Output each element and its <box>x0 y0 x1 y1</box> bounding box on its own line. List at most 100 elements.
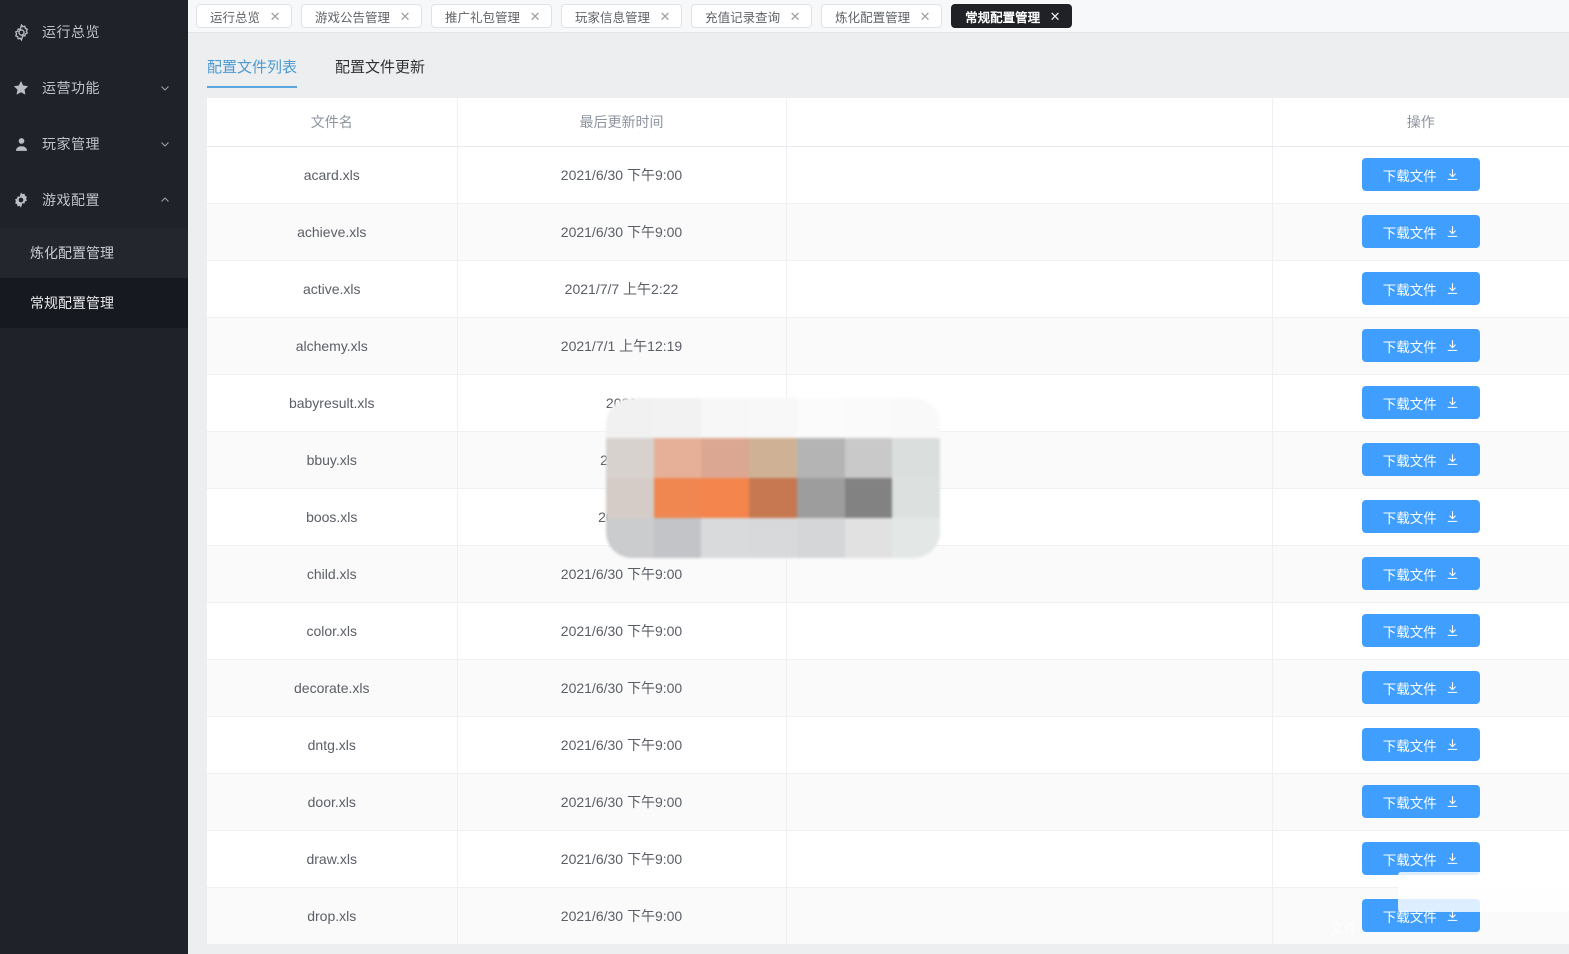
tab-player-info[interactable]: 玩家信息管理 ✕ <box>561 4 683 28</box>
download-file-button[interactable]: 下载文件 <box>1361 728 1480 761</box>
download-file-button-label: 下载文件 <box>1382 681 1437 697</box>
sidebar-subitem-general-config[interactable]: 常规配置管理 <box>0 278 188 328</box>
download-file-button[interactable]: 下载文件 <box>1361 158 1480 191</box>
sidebar-subitem-label: 炼化配置管理 <box>30 245 114 261</box>
chevron-up-icon[interactable] <box>158 193 172 207</box>
cell-filename: color.xls <box>207 602 458 660</box>
cell-filename: achieve.xls <box>207 203 458 261</box>
download-file-button[interactable]: 下载文件 <box>1361 386 1480 419</box>
cell-spacer <box>786 773 1273 831</box>
cell-updatetime: 2021/6/30 下午9:00 <box>457 659 787 717</box>
chevron-down-icon[interactable] <box>158 137 172 151</box>
sidebar: 运行总览 运营功能 玩家管理 游戏配置 炼化配置管理 常规配置管理 <box>0 0 188 954</box>
download-icon <box>1446 681 1459 694</box>
main-area: 运行总览 ✕ 游戏公告管理 ✕ 推广礼包管理 ✕ 玩家信息管理 ✕ 充值记录查询… <box>188 0 1569 954</box>
cell-actions: 下载文件 <box>1272 317 1569 375</box>
close-icon[interactable]: ✕ <box>529 10 541 23</box>
chevron-down-icon[interactable] <box>158 81 172 95</box>
tab-overview[interactable]: 运行总览 ✕ <box>196 4 293 28</box>
star-icon <box>10 77 32 99</box>
close-icon[interactable]: ✕ <box>659 10 671 23</box>
download-icon <box>1446 225 1459 238</box>
sub-tab-bar: 配置文件列表 配置文件更新 <box>188 33 1569 88</box>
config-file-table-container: 文件名 最后更新时间 操作 acard.xls 2021/6/30 下午9:00 下… <box>188 88 1569 954</box>
cell-filename: bbuy.xls <box>207 431 458 489</box>
download-icon <box>1446 738 1459 751</box>
cell-updatetime: 2021/6/30 下午9:00 <box>457 545 787 603</box>
subtab-config-file-update[interactable]: 配置文件更新 <box>335 56 425 88</box>
close-icon[interactable]: ✕ <box>1049 10 1061 23</box>
close-icon[interactable]: ✕ <box>399 10 411 23</box>
download-file-button[interactable]: 下载文件 <box>1361 272 1480 305</box>
sidebar-subitem-label: 常规配置管理 <box>30 295 114 311</box>
tab-label: 推广礼包管理 <box>445 10 521 25</box>
cell-spacer <box>786 431 1273 489</box>
download-file-button-label: 下载文件 <box>1382 168 1437 184</box>
tab-refine-config[interactable]: 炼化配置管理 ✕ <box>821 4 943 28</box>
table-row[interactable]: bbuy.xls 2021/6 下载文件 <box>207 431 1569 489</box>
table-row[interactable]: child.xls 2021/6/30 下午9:00 下载文件 <box>207 545 1569 603</box>
column-header-actions: 操作 <box>1272 98 1569 147</box>
cell-spacer <box>786 545 1273 603</box>
download-file-button-label: 下载文件 <box>1382 510 1437 526</box>
download-file-button[interactable]: 下载文件 <box>1361 899 1480 932</box>
close-icon[interactable]: ✕ <box>269 10 281 23</box>
sidebar-item-overview[interactable]: 运行总览 <box>0 4 188 60</box>
download-file-button[interactable]: 下载文件 <box>1361 614 1480 647</box>
table-row[interactable]: boos.xls 2021/6. 下载文件 <box>207 488 1569 546</box>
cell-spacer <box>786 659 1273 717</box>
column-header-updatetime[interactable]: 最后更新时间 <box>457 98 787 147</box>
download-icon <box>1446 168 1459 181</box>
close-icon[interactable]: ✕ <box>789 10 801 23</box>
sidebar-subitem-refine-config[interactable]: 炼化配置管理 <box>0 228 188 278</box>
download-file-button[interactable]: 下载文件 <box>1361 443 1480 476</box>
sidebar-item-players[interactable]: 玩家管理 <box>0 116 188 172</box>
sidebar-item-label: 运营功能 <box>42 80 100 96</box>
download-file-button[interactable]: 下载文件 <box>1361 842 1480 875</box>
cell-spacer <box>786 716 1273 774</box>
tab-label: 游戏公告管理 <box>315 10 391 25</box>
cell-spacer <box>786 887 1273 945</box>
download-file-button-label: 下载文件 <box>1382 396 1437 412</box>
download-file-button-label: 下载文件 <box>1382 453 1437 469</box>
cell-updatetime: 2021/6/30 下午9:00 <box>457 887 787 945</box>
table-row[interactable]: alchemy.xls 2021/7/1 上午12:19 下载文件 <box>207 317 1569 375</box>
tab-announcement[interactable]: 游戏公告管理 ✕ <box>301 4 423 28</box>
sidebar-item-game-config[interactable]: 游戏配置 <box>0 172 188 228</box>
download-file-button[interactable]: 下载文件 <box>1361 557 1480 590</box>
download-icon <box>1446 282 1459 295</box>
subtab-config-file-list[interactable]: 配置文件列表 <box>207 56 298 88</box>
table-row[interactable]: color.xls 2021/6/30 下午9:00 下载文件 <box>207 602 1569 660</box>
tab-recharge-records[interactable]: 充值记录查询 ✕ <box>691 4 813 28</box>
cell-actions: 下载文件 <box>1272 716 1569 774</box>
download-file-button-label: 下载文件 <box>1382 852 1437 868</box>
download-file-button[interactable]: 下载文件 <box>1361 785 1480 818</box>
column-header-filename[interactable]: 文件名 <box>207 98 458 147</box>
table-row[interactable]: acard.xls 2021/6/30 下午9:00 下载文件 <box>207 146 1569 204</box>
close-icon[interactable]: ✕ <box>919 10 931 23</box>
tab-label: 玩家信息管理 <box>575 10 651 25</box>
table-row[interactable]: drop.xls 2021/6/30 下午9:00 下载文件 <box>207 887 1569 945</box>
cell-filename: boos.xls <box>207 488 458 546</box>
cell-filename: babyresult.xls <box>207 374 458 432</box>
table-row[interactable]: dntg.xls 2021/6/30 下午9:00 下载文件 <box>207 716 1569 774</box>
table-row[interactable]: babyresult.xls 2021 下载文件 <box>207 374 1569 432</box>
cell-updatetime: 2021/6/30 下午9:00 <box>457 773 787 831</box>
cell-actions: 下载文件 <box>1272 887 1569 945</box>
chevron-placeholder <box>158 25 172 39</box>
download-file-button[interactable]: 下载文件 <box>1361 671 1480 704</box>
download-file-button[interactable]: 下载文件 <box>1361 329 1480 362</box>
cell-updatetime: 2021/6. <box>457 488 787 546</box>
tab-promo-gift[interactable]: 推广礼包管理 ✕ <box>431 4 553 28</box>
download-file-button[interactable]: 下载文件 <box>1361 215 1480 248</box>
tab-general-config[interactable]: 常规配置管理 ✕ <box>951 4 1073 28</box>
sidebar-item-operations[interactable]: 运营功能 <box>0 60 188 116</box>
cell-filename: draw.xls <box>207 830 458 888</box>
table-row[interactable]: draw.xls 2021/6/30 下午9:00 下载文件 <box>207 830 1569 888</box>
table-row[interactable]: door.xls 2021/6/30 下午9:00 下载文件 <box>207 773 1569 831</box>
table-row[interactable]: achieve.xls 2021/6/30 下午9:00 下载文件 <box>207 203 1569 261</box>
download-icon <box>1446 852 1459 865</box>
table-row[interactable]: decorate.xls 2021/6/30 下午9:00 下载文件 <box>207 659 1569 717</box>
table-row[interactable]: active.xls 2021/7/7 上午2:22 下载文件 <box>207 260 1569 318</box>
download-file-button[interactable]: 下载文件 <box>1361 500 1480 533</box>
